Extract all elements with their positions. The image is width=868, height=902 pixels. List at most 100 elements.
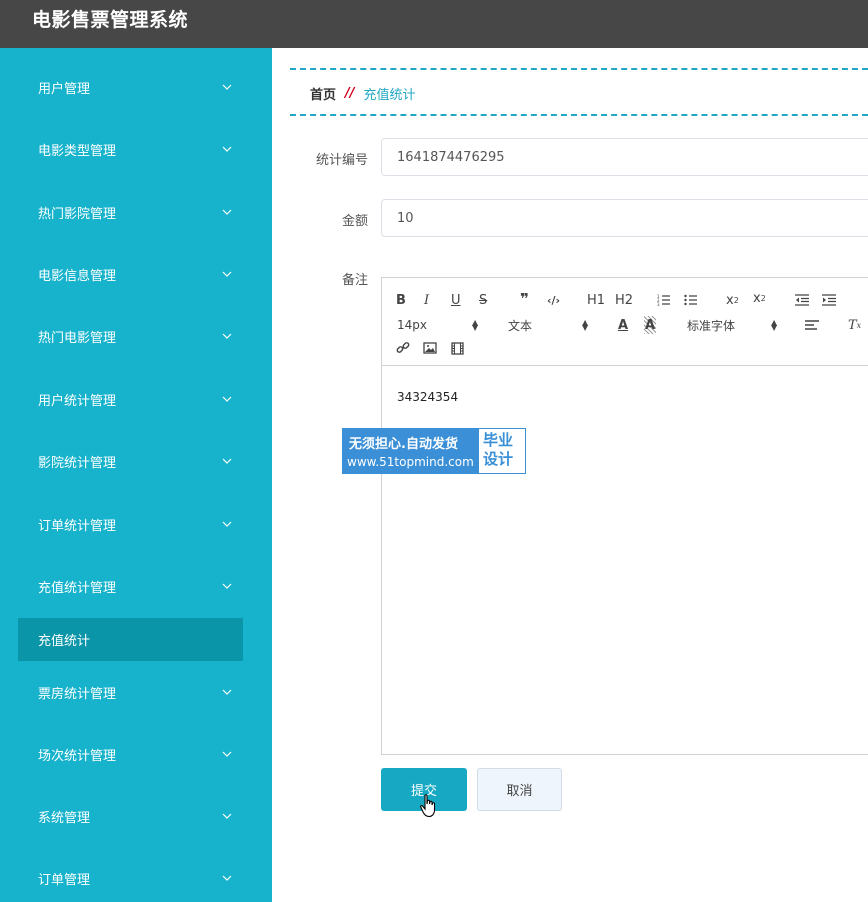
watermark-banner: 无须担心.自动发货 www.51topmind.com 毕业 设计: [342, 428, 526, 474]
watermark-line2: www.51topmind.com: [347, 455, 474, 469]
watermark-line1: 无须担心.自动发货: [349, 437, 458, 452]
chevron-down-icon: [221, 580, 233, 592]
text-type-value: 文本: [508, 318, 533, 333]
heading2-label: H2: [615, 292, 634, 308]
code-label: 统计编号: [315, 153, 368, 168]
sidebar-item-movie-info[interactable]: 电影信息管理: [0, 254, 272, 294]
sidebar-subitem-recharge[interactable]: 充值统计: [18, 618, 243, 661]
code-block-icon[interactable]: ‹/›: [547, 291, 560, 309]
breadcrumb-current: 充值统计: [363, 88, 416, 103]
sidebar-item-label: 热门影院管理: [38, 206, 117, 222]
heading1-label: H1: [587, 292, 606, 308]
sidebar-item-box-office-stats[interactable]: 票房统计管理: [0, 672, 272, 712]
image-icon[interactable]: [423, 339, 437, 357]
chevron-down-icon: [221, 268, 233, 280]
font-family-select[interactable]: 标准字体: [687, 316, 735, 334]
chevron-down-icon: [221, 518, 233, 530]
outdent-icon[interactable]: [795, 291, 809, 309]
chevron-down-icon: [221, 686, 233, 698]
sidebar-item-label: 影院统计管理: [38, 455, 117, 471]
amount-label: 金额: [341, 214, 368, 229]
select-arrows-icon: ▲ ▼: [771, 318, 778, 332]
sidebar: 用户管理 电影类型管理 热门影院管理 电影信息管理 热门电影管理 用户统计管理 …: [0, 48, 272, 902]
chevron-down-icon: [221, 748, 233, 760]
font-color-icon[interactable]: A: [618, 316, 628, 334]
font-size-value: 14px: [397, 318, 427, 332]
clear-format-icon[interactable]: Tx: [848, 316, 861, 334]
chevron-down-icon: [221, 330, 233, 342]
breadcrumb-separator: //: [345, 86, 355, 101]
chevron-down-icon: [221, 872, 233, 884]
sidebar-item-label: 系统管理: [38, 810, 91, 826]
rich-text-editor: B I U S ❞ ‹/› H1 H2 123 x2 x2 14px ▲ ▼ 文…: [381, 277, 868, 755]
svg-text:3: 3: [657, 302, 660, 306]
font-size-select[interactable]: 14px: [397, 316, 427, 334]
chevron-down-icon: [221, 455, 233, 467]
align-icon[interactable]: [805, 316, 819, 334]
watermark-right-line1: 毕业: [483, 431, 514, 449]
ordered-list-icon[interactable]: 123: [657, 291, 671, 309]
sidebar-item-hot-movie[interactable]: 热门电影管理: [0, 316, 272, 356]
top-bar: 电影售票管理系统: [0, 0, 868, 48]
sidebar-item-user-stats[interactable]: 用户统计管理: [0, 379, 272, 419]
chevron-down-icon: [221, 143, 233, 155]
sidebar-item-label: 订单管理: [38, 872, 91, 888]
bullet-list-icon[interactable]: [684, 291, 698, 309]
code-input[interactable]: 1641874476295: [381, 138, 868, 176]
remark-label: 备注: [341, 273, 368, 288]
link-icon[interactable]: [396, 339, 410, 357]
chevron-down-icon: [221, 393, 233, 405]
sidebar-item-cinema-stats[interactable]: 影院统计管理: [0, 441, 272, 481]
sidebar-item-label: 电影类型管理: [38, 143, 117, 159]
code-value: 1641874476295: [397, 149, 505, 165]
sidebar-subitem-label: 充值统计: [38, 634, 91, 649]
watermark-right-line2: 设计: [483, 450, 514, 468]
sidebar-item-order-stats[interactable]: 订单统计管理: [0, 504, 272, 544]
divider: [290, 114, 868, 116]
sidebar-item-recharge-stats[interactable]: 充值统计管理: [0, 566, 272, 606]
strikethrough-icon[interactable]: S: [479, 291, 487, 309]
sidebar-item-session-stats[interactable]: 场次统计管理: [0, 734, 272, 774]
select-arrows-icon: ▲ ▼: [582, 318, 589, 332]
sidebar-item-system[interactable]: 系统管理: [0, 796, 272, 836]
chevron-down-icon: [221, 206, 233, 218]
underline-icon[interactable]: U: [451, 291, 461, 309]
main-content: 首页 // 充值统计 统计编号 1641874476295 金额 10 备注 B…: [272, 48, 868, 902]
superscript-icon[interactable]: x2: [753, 289, 766, 307]
bold-icon[interactable]: B: [396, 291, 406, 309]
heading2-icon[interactable]: H2: [615, 291, 633, 309]
amount-value: 10: [397, 210, 414, 226]
italic-icon[interactable]: I: [424, 291, 429, 309]
sidebar-item-label: 场次统计管理: [38, 748, 117, 764]
background-color-icon[interactable]: A: [644, 316, 657, 334]
chevron-down-icon: [221, 81, 233, 93]
text-type-select[interactable]: 文本: [508, 316, 532, 334]
cancel-button[interactable]: 取消: [477, 768, 562, 811]
sidebar-item-user[interactable]: 用户管理: [0, 67, 272, 107]
divider: [290, 68, 868, 70]
watermark-left: 无须担心.自动发货 www.51topmind.com: [343, 429, 479, 473]
sidebar-item-label: 用户管理: [38, 81, 91, 97]
amount-input[interactable]: 10: [381, 199, 868, 237]
chevron-down-icon: [221, 810, 233, 822]
sidebar-item-orders[interactable]: 订单管理: [0, 858, 272, 898]
indent-icon[interactable]: [822, 291, 836, 309]
sidebar-item-label: 电影信息管理: [38, 268, 117, 284]
hand-cursor-icon: [420, 794, 436, 818]
breadcrumb-home[interactable]: 首页: [310, 84, 336, 103]
app-title: 电影售票管理系统: [32, 9, 189, 31]
heading1-icon[interactable]: H1: [587, 291, 605, 309]
editor-toolbar: B I U S ❞ ‹/› H1 H2 123 x2 x2 14px ▲ ▼ 文…: [382, 278, 868, 366]
sidebar-item-movie-type[interactable]: 电影类型管理: [0, 129, 272, 169]
video-icon[interactable]: [451, 339, 464, 357]
sidebar-item-label: 订单统计管理: [38, 518, 117, 534]
breadcrumb: 首页 // 充值统计: [310, 84, 416, 103]
sidebar-item-label: 热门电影管理: [38, 330, 117, 346]
font-family-value: 标准字体: [687, 318, 736, 333]
editor-content[interactable]: 34324354: [397, 390, 458, 404]
blockquote-icon[interactable]: ❞: [520, 290, 529, 308]
sidebar-item-hot-cinema[interactable]: 热门影院管理: [0, 192, 272, 232]
sidebar-item-label: 充值统计管理: [38, 580, 117, 596]
watermark-right: 毕业 设计: [483, 431, 523, 469]
subscript-icon[interactable]: x2: [726, 291, 739, 309]
